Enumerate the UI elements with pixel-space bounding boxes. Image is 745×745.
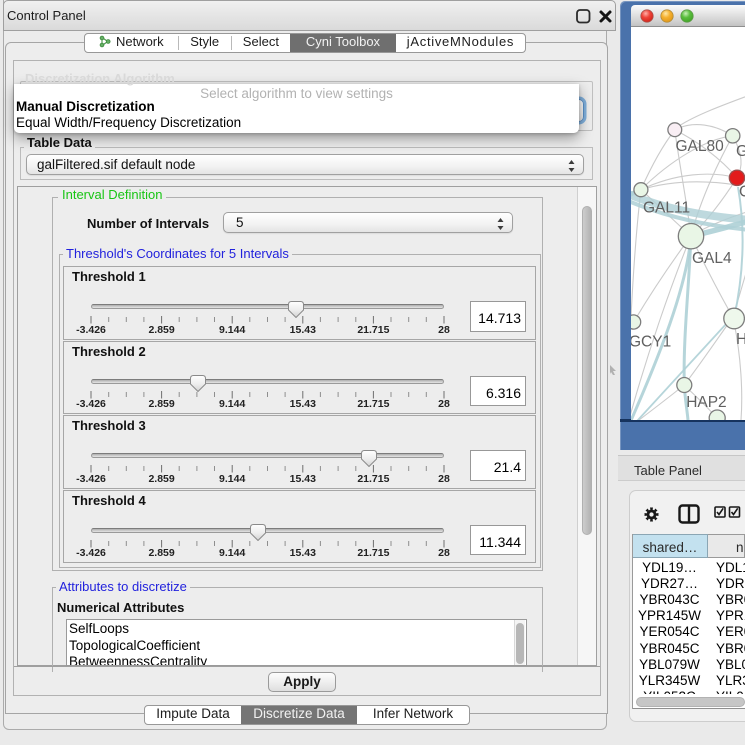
svg-text:GA: GA (736, 143, 745, 160)
svg-text:GAL11: GAL11 (643, 200, 690, 217)
svg-text:HAP2: HAP2 (686, 394, 727, 411)
svg-text:H: H (736, 331, 745, 348)
svg-text:GAL80: GAL80 (676, 138, 725, 155)
svg-text:C: C (739, 184, 745, 201)
svg-text:GCY1: GCY1 (631, 334, 671, 351)
svg-text:GAL4: GAL4 (692, 250, 732, 267)
